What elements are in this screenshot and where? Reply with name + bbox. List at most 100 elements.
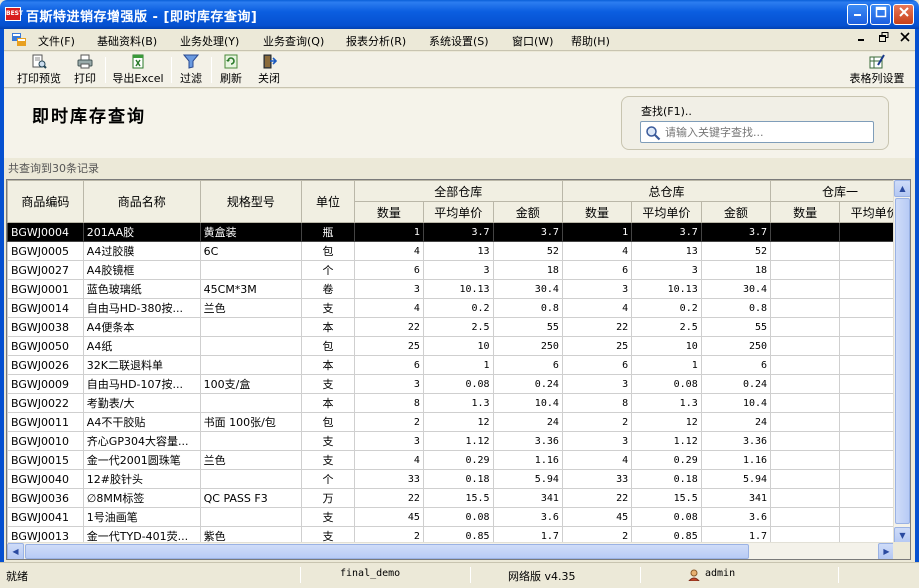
mdi-minimize-button[interactable] xyxy=(854,32,870,45)
cell-all-avg-price: 2.5 xyxy=(422,317,494,337)
horizontal-scroll-thumb[interactable] xyxy=(25,544,749,559)
cell-name: 32K二联退料单 xyxy=(82,355,201,375)
header-code[interactable]: 商品编码 xyxy=(7,180,84,223)
print-preview-button[interactable]: 打印预览 xyxy=(12,54,66,86)
column-settings-button[interactable]: 表格列设置 xyxy=(846,54,908,86)
search-input-wrapper[interactable] xyxy=(640,121,874,143)
refresh-button[interactable]: 刷新 xyxy=(216,54,246,86)
cell-wh1-qty xyxy=(770,279,841,299)
table-row[interactable]: BGWJ0041 1号油画笔支 45 0.08 3.6 45 0.08 3.6 xyxy=(7,507,910,527)
cell-main-qty: 1 xyxy=(561,222,633,242)
cell-unit: 本 xyxy=(301,393,355,413)
header-main-avg-price[interactable]: 平均单价 xyxy=(631,201,702,223)
header-main-qty[interactable]: 数量 xyxy=(561,201,633,223)
table-row[interactable]: BGWJ0001 蓝色玻璃纸 45CM*3M 卷 3 10.13 30.4 3 10.13 30.… xyxy=(7,279,910,299)
scroll-up-button[interactable]: ▲ xyxy=(894,180,910,197)
cell-code: BGWJ0041 xyxy=(7,507,84,527)
cell-main-amount: 52 xyxy=(700,241,772,261)
cell-all-qty: 3 xyxy=(353,374,424,394)
cell-spec xyxy=(199,260,303,280)
table-row[interactable]: BGWJ0010 齐心GP304大容量... 支 3 1.12 3.36 3 1.12 3.36 xyxy=(7,431,910,451)
table-row[interactable]: BGWJ0050 A4纸包 25 10 250 25 10 250 xyxy=(7,336,910,356)
table-row[interactable]: BGWJ0038 A4便条本本 22 2.5 55 22 2.5 55 xyxy=(7,317,910,337)
print-preview-icon xyxy=(32,54,47,69)
cell-main-qty: 22 xyxy=(561,317,633,337)
header-name[interactable]: 商品名称 xyxy=(82,180,201,223)
refresh-icon xyxy=(224,54,238,69)
table-row[interactable]: BGWJ0005 A4过胶膜 6C 包 4 13 52 4 13 52 xyxy=(7,241,910,261)
cell-wh1-qty xyxy=(770,260,841,280)
cell-name: 12#胶针头 xyxy=(82,469,201,489)
mdi-close-button[interactable] xyxy=(897,32,913,45)
cell-spec: 45CM*3M xyxy=(199,279,303,299)
maximize-button[interactable] xyxy=(870,4,891,25)
cell-all-qty: 6 xyxy=(353,260,424,280)
cell-main-avg-price: 15.5 xyxy=(631,488,702,508)
close-page-button[interactable]: 关闭 xyxy=(254,54,284,86)
cell-name: A4纸 xyxy=(82,336,201,356)
cell-all-avg-price: 15.5 xyxy=(422,488,494,508)
cell-main-avg-price: 0.18 xyxy=(631,469,702,489)
header-spec[interactable]: 规格型号 xyxy=(199,180,303,223)
table-row[interactable]: BGWJ0014 自由马HD-380按... 兰色支 4 0.2 0.8 4 0.2 0.8 xyxy=(7,298,910,318)
cell-main-avg-price: 0.29 xyxy=(631,450,702,470)
cell-main-avg-price: 12 xyxy=(631,412,702,432)
printer-icon xyxy=(77,54,93,69)
filter-icon xyxy=(183,54,199,69)
search-input[interactable] xyxy=(665,124,869,140)
cell-main-qty: 8 xyxy=(561,393,633,413)
cell-code: BGWJ0011 xyxy=(7,412,84,432)
cell-all-amount: 10.4 xyxy=(492,393,563,413)
cell-spec: 兰色 xyxy=(199,450,303,470)
cell-name: 201AA胶 xyxy=(82,222,201,242)
cell-spec xyxy=(199,393,303,413)
table-row[interactable]: BGWJ0027 A4胶镜框个 6 3 18 6 3 18 xyxy=(7,260,910,280)
header-all-avg-price[interactable]: 平均单价 xyxy=(422,201,494,223)
menu-report-analysis[interactable]: 报表分析(R) xyxy=(346,33,406,49)
cell-all-avg-price: 10.13 xyxy=(422,279,494,299)
header-all-amount[interactable]: 金额 xyxy=(492,201,563,223)
header-main-amount[interactable]: 金额 xyxy=(700,201,772,223)
table-row[interactable]: BGWJ0040 12#胶针头个 33 0.18 5.94 33 0.18 5.94 xyxy=(7,469,910,489)
table-row[interactable]: BGWJ0026 32K二联退料单本 6 1 6 6 1 6 xyxy=(7,355,910,375)
header-all-qty[interactable]: 数量 xyxy=(353,201,424,223)
cell-all-amount: 1.16 xyxy=(492,450,563,470)
header-group-main-warehouse: 总仓库 xyxy=(561,180,772,202)
vertical-scroll-thumb[interactable] xyxy=(895,198,910,524)
table-row[interactable]: BGWJ0015 金一代2001圆珠笔 兰色支 4 0.29 1.16 4 0.29 1.16 xyxy=(7,450,910,470)
table-row[interactable]: BGWJ0022 考勤表/大本 8 1.3 10.4 8 1.3 10.4 xyxy=(7,393,910,413)
menu-business-query[interactable]: 业务查询(Q) xyxy=(263,33,324,49)
inventory-grid[interactable]: 商品编码 商品名称 规格型号 单位 全部仓库 总仓库 仓库一 数量 平均单价 金… xyxy=(6,179,911,560)
horizontal-scrollbar[interactable]: ◀ ▶ xyxy=(7,542,895,559)
scroll-left-button[interactable]: ◀ xyxy=(7,543,24,559)
table-row[interactable]: BGWJ0011 A4不干胶贴 书面 100张/包包 2 12 24 2 12 24 xyxy=(7,412,910,432)
mdi-restore-button[interactable] xyxy=(876,32,892,45)
minimize-button[interactable] xyxy=(847,4,868,25)
cell-unit: 万 xyxy=(301,488,355,508)
cell-all-qty: 3 xyxy=(353,279,424,299)
table-row[interactable]: BGWJ0004 201AA胶 黄盒装瓶 1 3.7 3.7 1 3.7 3.7 xyxy=(7,222,910,242)
menu-business-processing[interactable]: 业务处理(Y) xyxy=(180,33,239,49)
cell-main-avg-price: 3.7 xyxy=(631,222,702,242)
export-excel-button[interactable]: 导出Excel xyxy=(110,54,166,86)
vertical-scrollbar[interactable]: ▲ ▼ xyxy=(893,180,910,544)
menu-basic-data[interactable]: 基础资料(B) xyxy=(97,33,157,49)
close-window-button[interactable] xyxy=(893,4,914,25)
menu-help[interactable]: 帮助(H) xyxy=(571,33,610,49)
print-button[interactable]: 打印 xyxy=(70,54,100,86)
cell-main-amount: 3.7 xyxy=(700,222,772,242)
menu-system-settings[interactable]: 系统设置(S) xyxy=(429,33,489,49)
table-row[interactable]: BGWJ0036 ∅8MM标签 QC PASS F3 万 22 15.5 341 22 15.5… xyxy=(7,488,910,508)
header-wh1-qty[interactable]: 数量 xyxy=(770,201,841,223)
cell-code: BGWJ0009 xyxy=(7,374,84,394)
document-icon[interactable] xyxy=(12,33,26,46)
cell-all-amount: 52 xyxy=(492,241,563,261)
menu-file[interactable]: 文件(F) xyxy=(38,33,75,49)
table-row[interactable]: BGWJ0009 自由马HD-107按... 100支/盒支 3 0.08 0.24 3 0.… xyxy=(7,374,910,394)
cell-name: 1号油画笔 xyxy=(82,507,201,527)
toolbar-separator xyxy=(171,57,172,83)
menu-window[interactable]: 窗口(W) xyxy=(512,33,553,49)
filter-button[interactable]: 过滤 xyxy=(176,54,206,86)
header-unit[interactable]: 单位 xyxy=(301,180,355,223)
cell-main-qty: 2 xyxy=(561,412,633,432)
